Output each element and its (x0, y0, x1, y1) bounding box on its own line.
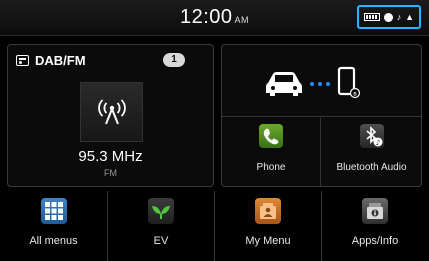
svg-text:♪: ♪ (375, 139, 379, 147)
info-folder-icon (362, 198, 388, 224)
ev-button[interactable]: EV (107, 191, 214, 261)
connection-widget: ʙ Phone ♪ Bluetooth Audio (221, 44, 422, 187)
grid-icon (40, 198, 67, 224)
phone-button[interactable]: Phone (222, 118, 321, 186)
status-icons-group[interactable]: ʙ ♪ ▲ (357, 5, 421, 29)
music-note-icon: ♪ (396, 11, 402, 22)
radio-widget[interactable]: DAB/FM 1 95.3 MHz FM (7, 44, 214, 187)
my-menu-label: My Menu (245, 235, 291, 247)
my-menu-icon (255, 198, 281, 224)
phone-label: Phone (256, 162, 286, 173)
ev-label: EV (153, 235, 169, 247)
battery-icon (363, 13, 380, 21)
apps-info-button[interactable]: Apps/Info (321, 191, 428, 261)
radio-source-label: DAB/FM (35, 53, 86, 68)
leaf-icon (148, 198, 174, 224)
bluetooth-icon: ʙ (383, 11, 393, 22)
phone-icon (259, 124, 283, 148)
home-screen: 12:00 AM ʙ ♪ ▲ DAB/FM 1 95.3 MHz FM ʙ Ph… (0, 0, 429, 261)
bottom-menu-bar: All menus EV My Menu Apps/Info (0, 191, 429, 261)
station-art (80, 82, 143, 142)
broadcast-antenna-icon (97, 99, 126, 125)
bluetooth-audio-icon: ♪ (359, 124, 384, 148)
frequency-display: 95.3 MHz (78, 148, 143, 165)
radio-icon (16, 55, 29, 66)
car-phone-link-icon: ʙ (266, 66, 361, 99)
status-bar: 12:00 AM ʙ ♪ ▲ (0, 0, 429, 36)
radio-title: DAB/FM (16, 53, 86, 68)
clock-time: 12:00 (179, 6, 233, 28)
band-label: FM (104, 168, 117, 178)
signal-icon: ▲ (405, 11, 415, 22)
apps-info-label: Apps/Info (351, 235, 399, 247)
my-menu-button[interactable]: My Menu (214, 191, 321, 261)
preset-badge: 1 (163, 53, 185, 67)
all-menus-button[interactable]: All menus (0, 191, 107, 261)
clock-ampm: AM (234, 15, 250, 25)
svg-text:ʙ: ʙ (353, 91, 357, 98)
bluetooth-audio-button[interactable]: ♪ Bluetooth Audio (322, 118, 421, 186)
bluetooth-audio-label: Bluetooth Audio (336, 162, 407, 173)
connection-status-area[interactable]: ʙ (222, 45, 421, 117)
all-menus-label: All menus (29, 235, 78, 247)
